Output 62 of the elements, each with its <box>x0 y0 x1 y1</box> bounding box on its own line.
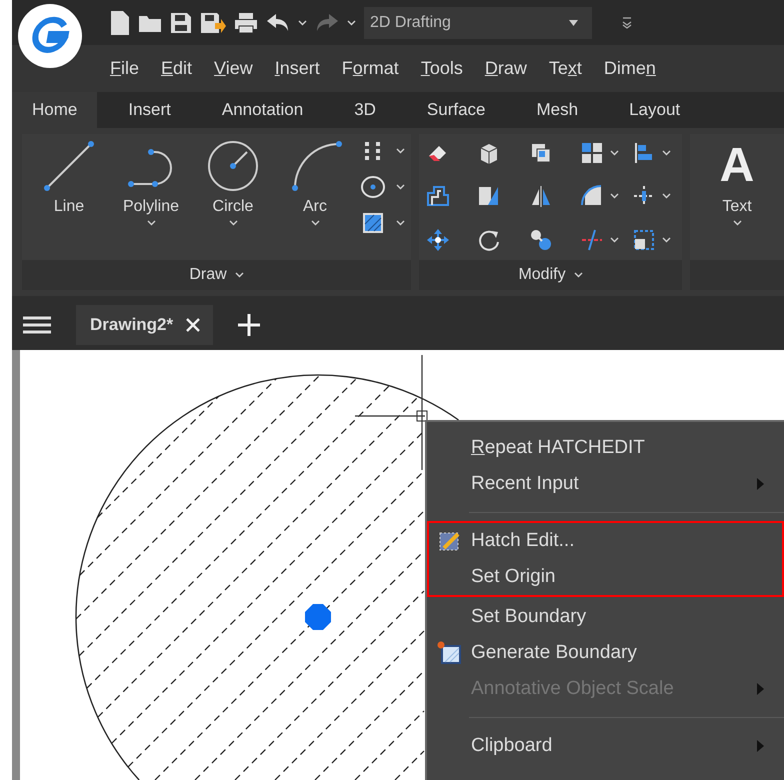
menu-item[interactable]: Text <box>548 58 582 79</box>
menu-item[interactable]: Tools <box>420 58 463 79</box>
caret-icon[interactable] <box>662 193 671 200</box>
context-menu-item[interactable]: Generate Boundary <box>471 642 637 664</box>
context-menu-item[interactable]: Set Origin <box>471 566 556 588</box>
text-glyph-icon: A <box>720 138 754 194</box>
print-icon[interactable] <box>234 12 258 34</box>
caret-icon[interactable] <box>347 20 356 26</box>
draw-tool-button[interactable]: Line <box>28 138 110 226</box>
draw-tool-button[interactable]: Arc <box>274 138 356 226</box>
save-icon[interactable] <box>170 12 192 34</box>
ellipse-icon[interactable] <box>360 174 386 200</box>
save-as-icon[interactable] <box>200 12 226 34</box>
panel-title[interactable]: Draw <box>189 266 227 284</box>
context-menu-item[interactable]: Hatch Edit... <box>471 530 574 552</box>
ribbon-tab[interactable]: Annotation <box>202 92 324 128</box>
ribbon-tab[interactable]: Mesh <box>516 92 598 128</box>
workspace-dropdown[interactable]: 2D Drafting <box>364 6 592 38</box>
move-icon[interactable] <box>425 226 451 253</box>
caret-icon[interactable] <box>396 148 405 154</box>
caret-icon[interactable] <box>662 236 671 243</box>
menu-item[interactable]: View <box>214 58 253 79</box>
new-file-icon[interactable] <box>110 10 130 36</box>
ribbon-tab[interactable]: Home <box>12 92 98 128</box>
close-icon[interactable] <box>185 317 202 334</box>
panel-title[interactable]: Modify <box>518 266 566 284</box>
caret-icon[interactable] <box>396 220 405 226</box>
context-menu-item[interactable]: Set Boundary <box>471 606 586 628</box>
undo-icon[interactable] <box>266 12 290 32</box>
menu-item[interactable]: Insert <box>274 58 320 79</box>
context-menu-item[interactable]: Recent Input <box>471 473 579 495</box>
menu-item[interactable]: Format <box>342 58 399 79</box>
redo-icon[interactable] <box>315 12 339 32</box>
menu-item[interactable]: Dimen <box>604 58 656 79</box>
customize-icon[interactable] <box>622 16 632 28</box>
context-menu-item[interactable]: Clipboard <box>471 735 552 757</box>
caret-icon[interactable] <box>610 150 620 156</box>
document-tab[interactable]: Drawing2* <box>76 305 214 346</box>
menu-icon[interactable] <box>22 315 52 336</box>
menu-item[interactable]: Edit <box>161 58 192 79</box>
caret-icon[interactable] <box>662 150 671 156</box>
context-menu-item[interactable]: Repeat HATCHEDIT <box>471 437 645 459</box>
caret-icon[interactable] <box>574 272 583 278</box>
ribbon-tab[interactable]: 3D <box>334 92 396 128</box>
draw-tool-button[interactable]: Polyline <box>110 138 192 226</box>
caret-icon[interactable] <box>146 220 156 226</box>
caret-icon[interactable] <box>732 220 742 226</box>
caret-icon[interactable] <box>298 20 307 26</box>
dropdown-arrow-icon[interactable] <box>569 20 578 26</box>
caret-icon[interactable] <box>610 193 620 200</box>
menu-item[interactable]: Draw <box>484 58 527 79</box>
draw-tool-button[interactable]: Circle <box>192 138 274 226</box>
caret-icon[interactable] <box>310 220 320 226</box>
caret-icon[interactable] <box>610 236 620 243</box>
caret-icon[interactable] <box>234 272 244 278</box>
ribbon-tab[interactable]: Insert <box>108 92 191 128</box>
caret-icon[interactable] <box>396 184 405 190</box>
menu-item[interactable]: File <box>110 58 140 79</box>
caret-icon[interactable] <box>228 220 238 226</box>
ribbon-tab[interactable]: Layout <box>609 92 700 128</box>
ribbon-tab[interactable]: Surface <box>406 92 506 128</box>
add-tab-icon[interactable] <box>237 313 262 338</box>
